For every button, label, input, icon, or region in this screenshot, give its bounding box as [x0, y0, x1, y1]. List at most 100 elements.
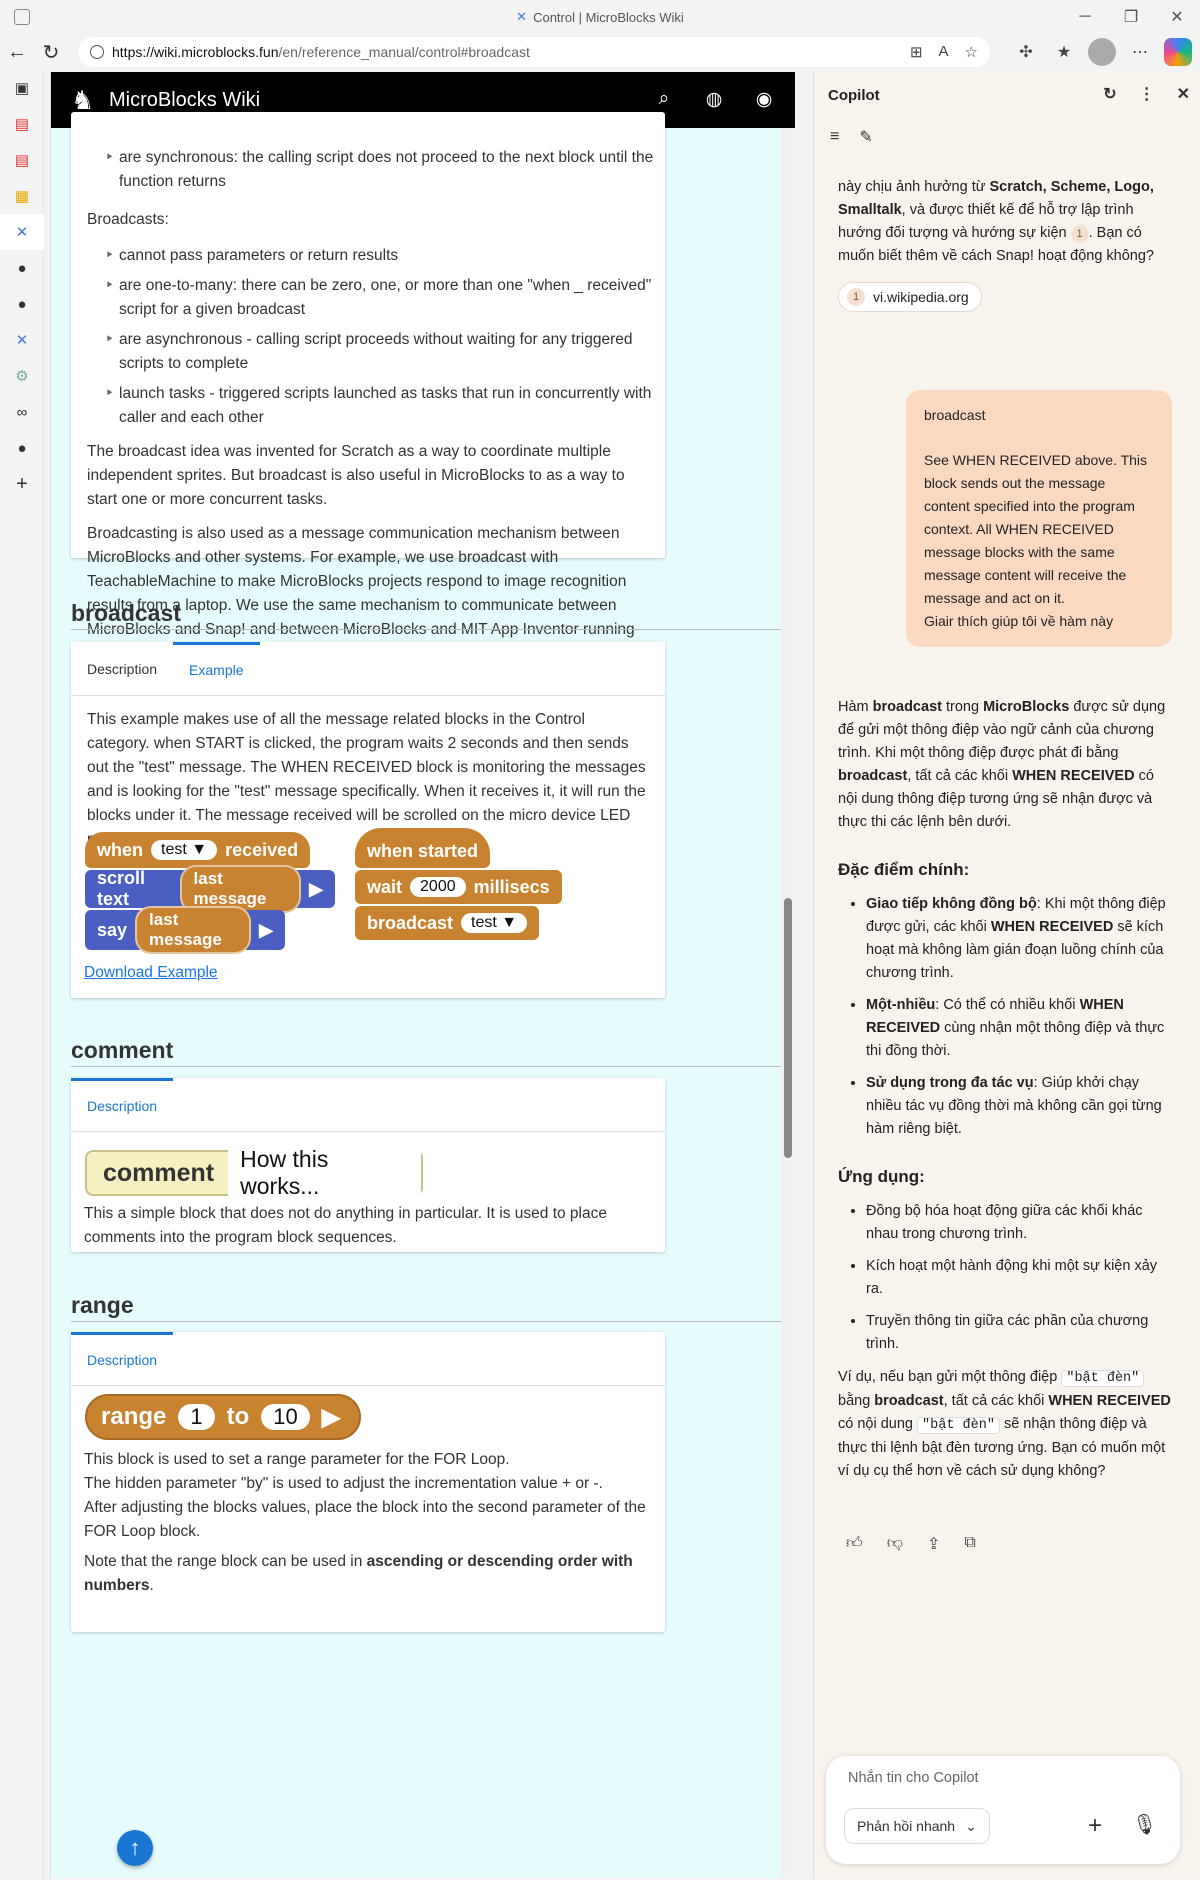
new-chat-icon[interactable]: ✎ — [859, 127, 872, 147]
broadcast-card: Description Example This example makes u… — [71, 642, 665, 998]
last-message-reporter[interactable]: last message — [135, 906, 252, 954]
range-card: Description range 1 to 10 ▶ This block i… — [71, 1332, 665, 1632]
say-block[interactable]: say last message ▶ — [85, 906, 285, 954]
tab-description[interactable]: Description — [71, 642, 173, 695]
answer-text: : Có thể có nhiều khối — [935, 997, 1080, 1013]
tab-panel-icon[interactable]: ▣ — [0, 70, 44, 106]
block-label: when started — [367, 840, 479, 861]
link-tab-icon[interactable]: ∞ — [0, 394, 44, 430]
address-bar[interactable]: https://wiki.microblocks.fun/en/referenc… — [78, 37, 990, 67]
github-tab-icon-3[interactable]: ● — [0, 430, 44, 466]
expand-arrow-icon[interactable]: ▶ — [309, 879, 323, 900]
scroll-text-block[interactable]: scroll text last message ▶ — [85, 865, 335, 913]
range-block[interactable]: range 1 to 10 ▶ — [85, 1394, 361, 1440]
pdf-tab-icon[interactable]: ▤ — [0, 106, 44, 142]
citation-badge[interactable]: 1 — [1070, 225, 1089, 243]
source-chip[interactable]: 1 vi.wikipedia.org — [838, 282, 982, 312]
thumbs-up-icon[interactable]: 👍︎ — [846, 1534, 863, 1554]
new-tab-icon[interactable]: + — [0, 466, 44, 502]
microblocks-tab-icon[interactable]: ✕ — [0, 214, 44, 250]
wait-block[interactable]: wait 2000 millisecs — [355, 870, 562, 904]
list-item: are synchronous: the calling script does… — [95, 146, 655, 194]
range-to-input[interactable]: 10 — [261, 1404, 310, 1430]
robot-tab-icon[interactable]: ⚙ — [0, 358, 44, 394]
expand-arrow-icon[interactable]: ▶ — [322, 1403, 340, 1432]
github-tab-icon-2[interactable]: ● — [0, 286, 44, 322]
close-panel-icon[interactable]: ✕ — [1177, 84, 1190, 104]
note-text: . — [149, 1577, 154, 1594]
answer-text: , tất cả các khối — [907, 768, 1013, 784]
response-mode-dropdown[interactable]: Phản hồi nhanh ⌄ — [844, 1808, 990, 1844]
list-item: Truyền thông tin giữa các phần của chươn… — [866, 1310, 1174, 1356]
add-attachment-icon[interactable]: + — [1088, 1812, 1102, 1840]
close-window-icon[interactable]: ✕ — [1154, 0, 1200, 34]
comment-input[interactable]: How this works... — [228, 1144, 421, 1202]
block-label: range — [101, 1403, 167, 1430]
site-brand[interactable]: MicroBlocks Wiki — [109, 89, 260, 112]
dropdown-value: test — [471, 914, 497, 931]
when-started-block[interactable]: when started — [355, 828, 491, 868]
block-label: scroll text — [97, 868, 146, 909]
answer-paragraph: Ví dụ, nếu bạn gửi một thông điệp "bật đ… — [838, 1366, 1174, 1483]
user-message-title: broadcast — [924, 407, 986, 423]
more-menu-icon[interactable]: ⋯ — [1126, 38, 1154, 66]
range-from-input[interactable]: 1 — [178, 1404, 215, 1430]
refresh-chat-icon[interactable]: ↻ — [1103, 84, 1116, 104]
wait-input[interactable]: 2000 — [410, 877, 466, 897]
github-tab-icon[interactable]: ● — [0, 250, 44, 286]
refresh-icon[interactable]: ↻ — [34, 35, 68, 69]
microphone-icon[interactable]: 🎙︎ — [1132, 1812, 1157, 1837]
read-aloud-icon[interactable]: A — [939, 43, 949, 61]
download-example-link[interactable]: Download Example — [84, 964, 218, 982]
broadcast-block[interactable]: broadcast test ▼ — [355, 906, 540, 940]
comment-block[interactable]: comment How this works... — [85, 1144, 423, 1202]
site-tab-icon[interactable]: ▦ — [0, 178, 44, 214]
list-item: Giao tiếp không đồng bộ: Khi một thông đ… — [866, 893, 1174, 985]
history-menu-icon[interactable]: ≡ — [830, 128, 839, 146]
search-icon[interactable]: ⌕ — [650, 85, 678, 113]
list-item: Đồng bộ hóa hoạt động giữa các khối khác… — [866, 1200, 1174, 1246]
answer-paragraph: Hàm broadcast trong MicroBlocks được sử … — [838, 696, 1174, 834]
favorite-star-icon[interactable]: ☆ — [965, 43, 978, 61]
answer-heading: Đặc điểm chính: — [838, 860, 970, 879]
when-received-block[interactable]: when test ▼ received — [85, 832, 311, 868]
copilot-header: Copilot ↻ ⋮ ✕ — [814, 72, 1200, 118]
app-available-icon[interactable]: ⊞ — [910, 43, 923, 61]
intro-card: are synchronous: the calling script does… — [71, 112, 665, 662]
back-icon[interactable]: ← — [0, 35, 34, 69]
answer-bold: MicroBlocks — [983, 699, 1070, 715]
favorites-icon[interactable]: ★ — [1050, 38, 1078, 66]
scroll-to-top-button[interactable]: ↑ — [117, 1830, 153, 1866]
message-dropdown[interactable]: test ▼ — [151, 840, 218, 860]
page-scrollbar[interactable] — [781, 128, 795, 1878]
expand-arrow-icon[interactable]: ▶ — [259, 920, 273, 941]
window-titlebar: ✕ Control | MicroBlocks Wiki ─ ❐ ✕ — [0, 0, 1200, 34]
pdf-tab-icon-2[interactable]: ▤ — [0, 142, 44, 178]
minimize-icon[interactable]: ─ — [1062, 0, 1108, 34]
account-icon[interactable]: ◉ — [750, 85, 778, 113]
answer-bold: broadcast — [872, 699, 942, 715]
microblocks-logo-icon[interactable]: ♞ — [71, 85, 97, 115]
copy-icon[interactable]: ⧉ — [964, 1534, 975, 1554]
tab-example[interactable]: Example — [173, 642, 260, 695]
more-options-icon[interactable]: ⋮ — [1139, 84, 1155, 104]
list-item: are one-to-many: there can be zero, one,… — [95, 274, 655, 322]
block-label: last message — [149, 910, 222, 949]
profile-icon[interactable] — [1088, 38, 1116, 66]
share-icon[interactable]: ⇪ — [927, 1534, 940, 1554]
thumbs-down-icon[interactable]: 👎︎ — [887, 1534, 903, 1554]
tab-description[interactable]: Description — [71, 1332, 174, 1385]
language-globe-icon[interactable]: ◍ — [700, 85, 728, 113]
scrollbar-thumb[interactable] — [784, 898, 792, 1158]
restore-icon[interactable]: ❐ — [1108, 0, 1154, 34]
extensions-icon[interactable]: ✣ — [1012, 38, 1040, 66]
copilot-icon[interactable] — [1164, 38, 1192, 66]
microblocks-tab-icon-2[interactable]: ✕ — [0, 322, 44, 358]
chevron-down-icon: ⌄ — [965, 1817, 977, 1834]
tab-description[interactable]: Description — [71, 1078, 174, 1131]
message-input[interactable]: Nhắn tin cho Copilot — [848, 1770, 979, 1786]
tab-actions-icon[interactable] — [14, 9, 30, 25]
site-info-icon[interactable] — [90, 45, 104, 59]
favicon-icon: ✕ — [516, 9, 528, 24]
message-dropdown[interactable]: test ▼ — [461, 913, 528, 933]
